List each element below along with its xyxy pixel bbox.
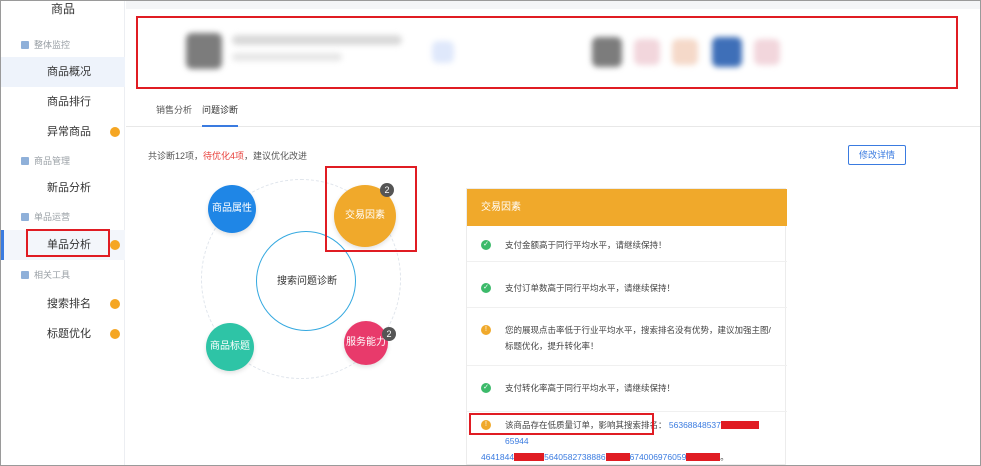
node-product-attribute[interactable]: 商品属性 bbox=[208, 185, 256, 233]
sidebar-item-overview[interactable]: 商品概况 bbox=[1, 57, 125, 87]
factor-text: 该商品存在低质量订单，影响其搜索排名： bbox=[505, 420, 667, 430]
sidebar-group-label: 整体监控 bbox=[34, 40, 71, 50]
factor-row: ✓ 支付订单数高于同行平均水平，请继续保持！ bbox=[467, 261, 787, 307]
center-circle: 搜索问题诊断 bbox=[256, 231, 356, 331]
redaction-mark bbox=[720, 421, 759, 429]
factor-row: ! 您的展现点击率低于行业平均水平，搜索排名没有优势，建议加强主图/标题优化，提… bbox=[467, 307, 787, 365]
main-content: 销售分析 问题诊断 共诊断12项，待优化4项，建议优化改进 修改详情 搜索问题诊… bbox=[126, 1, 980, 465]
sentence-end: 。 bbox=[720, 452, 729, 462]
tab-bar: 销售分析 问题诊断 bbox=[126, 97, 980, 127]
order-link[interactable]: 674006976059 bbox=[630, 452, 687, 462]
chart-icon bbox=[21, 157, 29, 165]
tab-problem-diagnosis[interactable]: 问题诊断 bbox=[202, 103, 239, 127]
warning-dot-icon bbox=[110, 329, 120, 339]
sidebar-item-abnormal[interactable]: 异常商品 bbox=[1, 117, 125, 147]
node-service-capability[interactable]: 服务能力 bbox=[344, 321, 388, 365]
product-thumbnail bbox=[186, 33, 222, 69]
redaction-mark bbox=[514, 453, 545, 461]
node-product-title[interactable]: 商品标题 bbox=[206, 323, 254, 371]
product-name bbox=[232, 35, 402, 45]
summary-text: 共诊断12项， bbox=[148, 151, 204, 161]
warning-dot-icon bbox=[110, 299, 120, 309]
factor-text: 您的展现点击率低于行业平均水平，搜索排名没有优势，建议加强主图/标题优化，提升转… bbox=[505, 325, 771, 351]
top-strip bbox=[126, 1, 980, 9]
modify-details-button[interactable]: 修改详情 bbox=[848, 145, 906, 165]
summary-text: ，建议优化改进 bbox=[244, 151, 308, 161]
diagnosis-wheel: 搜索问题诊断 商品属性 交易因素 2 商品标题 服务能力 2 bbox=[200, 175, 454, 379]
order-link[interactable]: 56368848537 bbox=[669, 420, 721, 430]
factor-text: 支付订单数高于同行平均水平，请继续保持！ bbox=[505, 283, 676, 293]
product-tag bbox=[432, 41, 454, 63]
count-badge: 2 bbox=[380, 183, 394, 197]
sidebar-group-label: 单品运营 bbox=[34, 212, 71, 222]
check-icon: ✓ bbox=[481, 240, 491, 250]
order-link[interactable]: 65944 bbox=[505, 436, 529, 446]
sidebar-item-label: 异常商品 bbox=[47, 126, 91, 138]
sidebar-item-label: 单品分析 bbox=[47, 239, 91, 251]
redaction-mark bbox=[686, 453, 721, 461]
sidebar-item-label: 搜索排名 bbox=[47, 298, 91, 310]
sidebar-item-label: 商品概况 bbox=[47, 66, 91, 78]
panel-title: 交易因素 bbox=[467, 189, 787, 226]
sidebar-title: 商品 bbox=[50, 2, 75, 16]
metric-icon bbox=[672, 39, 698, 65]
tab-sales-analysis[interactable]: 销售分析 bbox=[156, 103, 192, 127]
check-icon: ✓ bbox=[481, 283, 491, 293]
center-label: 搜索问题诊断 bbox=[277, 276, 337, 287]
warning-icon: ! bbox=[481, 325, 491, 335]
sidebar-group-label: 相关工具 bbox=[34, 270, 71, 280]
factor-text: 支付转化率高于同行平均水平，请继续保持！ bbox=[505, 383, 676, 393]
sidebar-item-new-product[interactable]: 新品分析 bbox=[1, 173, 125, 203]
metric-icon bbox=[634, 39, 660, 65]
sidebar-item-title-optimize[interactable]: 标题优化 bbox=[1, 319, 125, 349]
chart-icon bbox=[21, 213, 29, 221]
warning-dot-icon bbox=[110, 240, 120, 250]
sidebar-group-label: 商品管理 bbox=[34, 156, 71, 166]
sidebar-item-label: 新品分析 bbox=[47, 182, 91, 194]
check-icon: ✓ bbox=[481, 383, 491, 393]
chart-icon bbox=[21, 41, 29, 49]
metric-icon bbox=[754, 39, 780, 65]
metric-icon bbox=[712, 37, 742, 67]
diagnosis-summary: 共诊断12项，待优化4项，建议优化改进 bbox=[148, 149, 307, 162]
warning-icon: ! bbox=[481, 420, 491, 430]
summary-warning: 待优化4项 bbox=[203, 151, 245, 161]
factor-text: 支付金额高于同行平均水平，请继续保持！ bbox=[505, 240, 667, 250]
sidebar-group-tools: 相关工具 bbox=[21, 265, 70, 285]
order-link[interactable]: 5640582738886 bbox=[544, 452, 605, 462]
product-meta bbox=[232, 53, 342, 61]
sidebar-item-ranking[interactable]: 商品排行 bbox=[1, 87, 125, 117]
avatar bbox=[592, 37, 622, 67]
factor-row: ✓ 支付转化率高于同行平均水平，请继续保持！ bbox=[467, 365, 787, 411]
sidebar-item-search-rank[interactable]: 搜索排名 bbox=[1, 289, 125, 319]
chart-icon bbox=[21, 271, 29, 279]
sidebar-item-label: 标题优化 bbox=[47, 328, 91, 340]
sidebar-group-manage: 商品管理 bbox=[21, 151, 70, 171]
warning-dot-icon bbox=[110, 127, 120, 137]
product-summary-bar bbox=[134, 15, 958, 89]
factor-row: ! 该商品存在低质量订单，影响其搜索排名： 56368848537 65944 4… bbox=[467, 411, 787, 465]
transaction-factor-panel: 交易因素 ✓ 支付金额高于同行平均水平，请继续保持！ ✓ 支付订单数高于同行平均… bbox=[466, 188, 787, 465]
sidebar-item-single-analysis[interactable]: 单品分析 bbox=[1, 230, 125, 260]
sidebar: 商品 整体监控 商品概况 商品排行 异常商品 商品管理 新品分析 单品运营 单品… bbox=[1, 1, 125, 465]
sidebar-group-monitor: 整体监控 bbox=[21, 35, 70, 55]
sidebar-item-label: 商品排行 bbox=[47, 96, 91, 108]
count-badge: 2 bbox=[382, 327, 396, 341]
redaction-mark bbox=[605, 453, 630, 461]
factor-row: ✓ 支付金额高于同行平均水平，请继续保持！ bbox=[467, 237, 787, 253]
sidebar-group-single: 单品运营 bbox=[21, 207, 70, 227]
order-link[interactable]: 4641844 bbox=[481, 452, 514, 462]
